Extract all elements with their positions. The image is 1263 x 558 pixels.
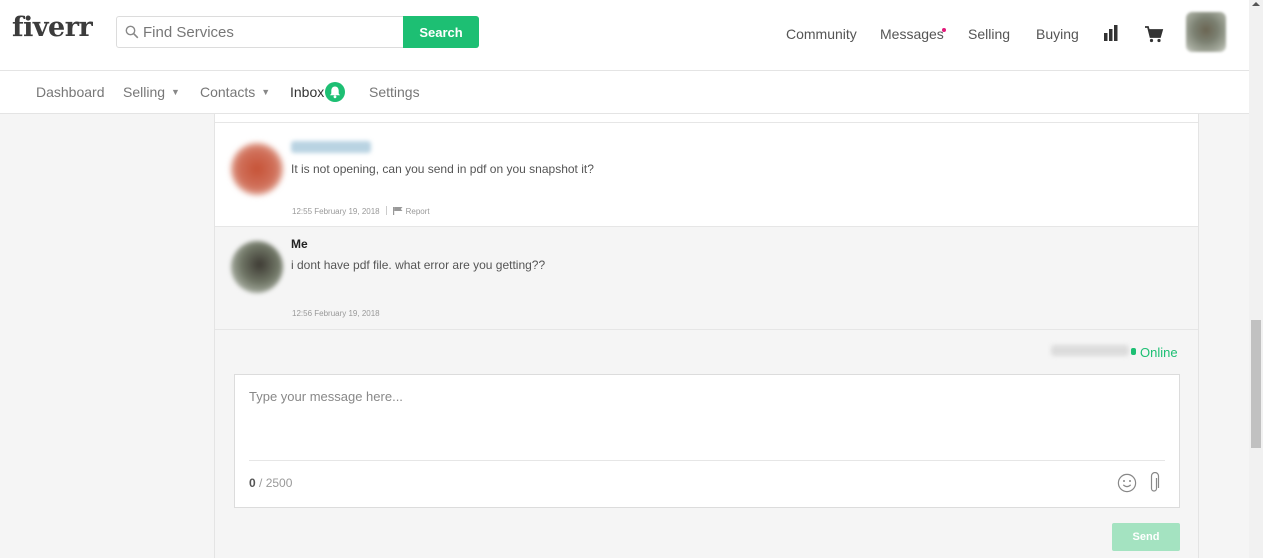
- subnav-dashboard-label: Dashboard: [36, 84, 105, 100]
- scroll-up-arrow-icon[interactable]: [1252, 2, 1260, 6]
- subnav-inbox[interactable]: Inbox: [290, 84, 324, 100]
- online-status: Online: [1140, 345, 1178, 360]
- own-avatar: [231, 241, 283, 293]
- search-input[interactable]: [143, 17, 401, 47]
- message-text: i dont have pdf file. what error are you…: [291, 258, 546, 272]
- paperclip-icon[interactable]: [1148, 472, 1160, 494]
- message-input[interactable]: [249, 389, 1159, 455]
- subnav-settings[interactable]: Settings: [369, 84, 420, 100]
- subnav-settings-label: Settings: [369, 84, 420, 100]
- subnav-dashboard[interactable]: Dashboard: [36, 84, 105, 100]
- char-count: 0: [249, 476, 256, 490]
- fiverr-logo[interactable]: fiverr: [12, 12, 93, 43]
- messages-notification-dot: [942, 28, 946, 32]
- stats-icon[interactable]: [1103, 25, 1119, 41]
- subnav-contacts[interactable]: Contacts ▼: [200, 84, 270, 100]
- online-status-dot: [1131, 348, 1136, 355]
- subnav-selling-label: Selling: [123, 84, 166, 100]
- page-scrollbar[interactable]: [1249, 0, 1263, 558]
- recipient-name-redacted: [1051, 345, 1129, 356]
- emoji-icon[interactable]: [1117, 473, 1137, 493]
- send-button[interactable]: Send: [1112, 523, 1180, 551]
- message-timestamp: 12:55 February 19, 2018: [292, 207, 380, 216]
- subnav-contacts-label: Contacts: [200, 84, 256, 100]
- search-button[interactable]: Search: [403, 16, 479, 48]
- character-counter: 0 / 2500: [249, 476, 292, 490]
- sender-name: Me: [291, 237, 308, 251]
- chevron-down-icon: ▼: [261, 87, 271, 97]
- user-avatar[interactable]: [1186, 12, 1226, 52]
- search-bar: Search: [116, 16, 479, 48]
- message-compose-box: 0 / 2500: [234, 374, 1180, 508]
- cart-icon[interactable]: [1144, 25, 1164, 43]
- conversation-panel: It is not opening, can you send in pdf o…: [214, 114, 1199, 558]
- meta-divider: [385, 206, 387, 215]
- report-link[interactable]: Report: [392, 207, 430, 216]
- top-header: fiverr Search Community Messages Selling…: [0, 0, 1249, 71]
- nav-selling-link[interactable]: Selling: [968, 26, 1010, 42]
- search-icon: [125, 25, 139, 39]
- message-item: Me i dont have pdf file. what error are …: [215, 227, 1198, 330]
- message-meta: 12:55 February 19, 2018 Report: [292, 206, 430, 216]
- sub-navigation: Dashboard Selling ▼ Contacts ▼ Inbox Setti…: [0, 71, 1249, 114]
- flag-icon: [392, 207, 403, 215]
- subnav-selling[interactable]: Selling ▼: [123, 84, 180, 100]
- nav-messages-link[interactable]: Messages: [880, 26, 944, 42]
- sender-name-redacted: [291, 141, 371, 153]
- inbox-notification-badge: [325, 82, 345, 102]
- nav-buying-link[interactable]: Buying: [1036, 26, 1079, 42]
- message-timestamp: 12:56 February 19, 2018: [292, 309, 380, 318]
- char-limit: / 2500: [255, 476, 293, 490]
- scrollbar-thumb[interactable]: [1251, 320, 1261, 448]
- subnav-inbox-label: Inbox: [290, 84, 325, 100]
- bell-icon: [330, 86, 340, 99]
- message-item: It is not opening, can you send in pdf o…: [215, 122, 1198, 227]
- compose-area: Online 0 / 2500 Send: [215, 330, 1198, 558]
- chevron-down-icon: ▼: [171, 87, 180, 97]
- message-text: It is not opening, can you send in pdf o…: [291, 162, 594, 176]
- nav-community-link[interactable]: Community: [786, 26, 857, 42]
- report-label: Report: [405, 207, 430, 216]
- compose-divider: [249, 460, 1165, 461]
- sender-avatar: [231, 143, 283, 195]
